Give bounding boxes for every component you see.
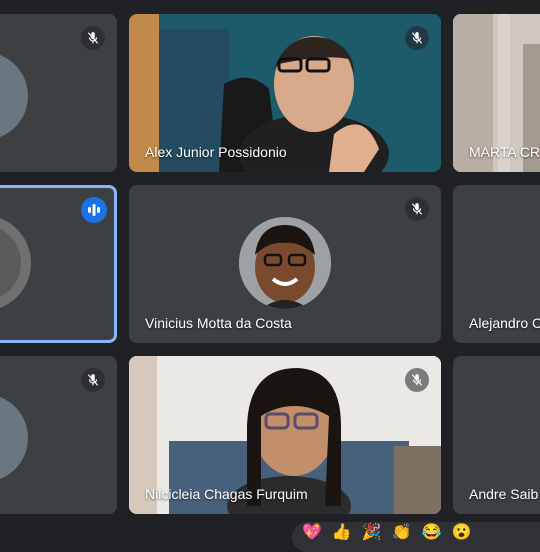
participant-tile-active[interactable] [0, 185, 117, 343]
participant-name: Alex Junior Possidonio [145, 144, 287, 160]
participant-tile[interactable]: Alex Junior Possidonio [129, 14, 441, 172]
participant-tile[interactable]: MARTA CR [453, 14, 540, 172]
mic-off-icon [405, 197, 429, 221]
participant-tile[interactable] [0, 356, 117, 514]
mic-off-icon [81, 26, 105, 50]
reaction-button[interactable]: 👍 [332, 522, 352, 544]
reactions-bar: 💖 👍 🎉 👏 😂 😮 [292, 522, 540, 552]
mic-off-icon [405, 368, 429, 392]
reaction-button[interactable]: 😮 [452, 522, 472, 544]
mic-off-icon [81, 368, 105, 392]
avatar [0, 52, 28, 140]
participant-name: Alejandro C [469, 315, 540, 331]
participant-name: Andre Saib [469, 486, 539, 502]
audio-bars-icon [81, 197, 107, 223]
participant-name: Vinicius Motta da Costa [145, 315, 292, 331]
participant-tile[interactable]: Alejandro C [453, 185, 540, 343]
avatar [0, 215, 31, 311]
avatar [0, 394, 28, 482]
mic-off-icon [405, 26, 429, 50]
reaction-button[interactable]: 👏 [392, 522, 412, 544]
participant-name: Nilcicleia Chagas Furquim [145, 486, 308, 502]
reaction-button[interactable]: 😂 [422, 522, 442, 544]
reaction-button[interactable]: 💖 [302, 522, 322, 544]
participant-tile[interactable]: Andre Saib [453, 356, 540, 514]
participant-tile[interactable]: Vinicius Motta da Costa [129, 185, 441, 343]
participant-tile[interactable]: Nilcicleia Chagas Furquim [129, 356, 441, 514]
participant-name: MARTA CR [469, 144, 540, 160]
participant-tile[interactable] [0, 14, 117, 172]
reaction-button[interactable]: 🎉 [362, 522, 382, 544]
avatar [239, 217, 331, 309]
